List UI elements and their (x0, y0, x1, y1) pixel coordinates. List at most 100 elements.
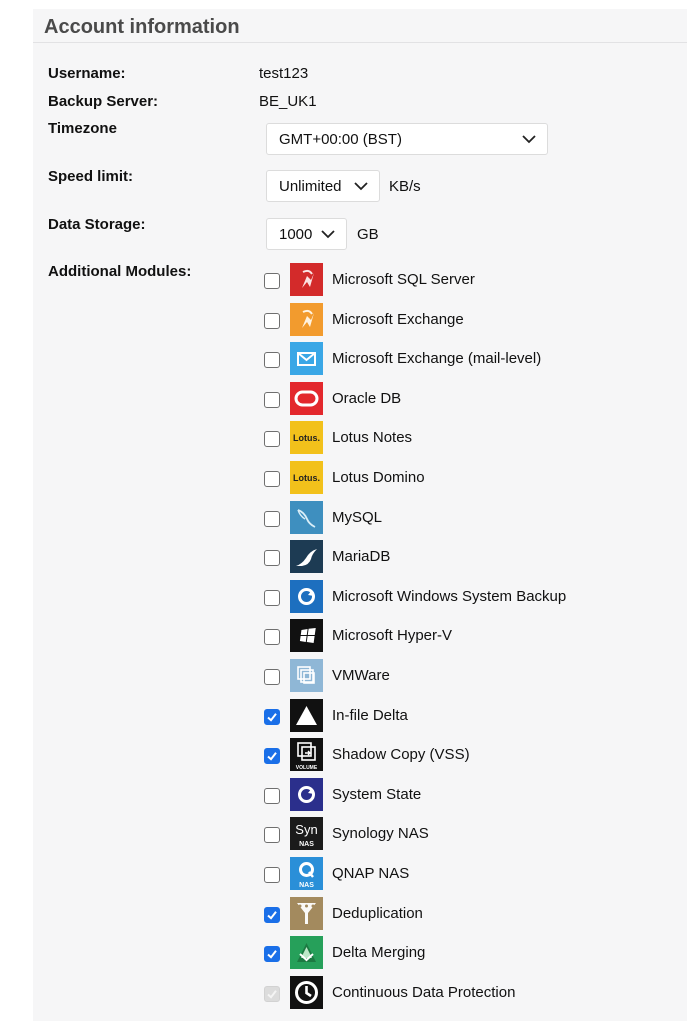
module-checkbox[interactable] (264, 590, 280, 606)
module-row[interactable]: MySQL (264, 500, 382, 534)
module-label: Synology NAS (332, 824, 429, 842)
module-checkbox[interactable] (264, 709, 280, 725)
delta-merging-icon (290, 935, 323, 969)
mysql-icon (290, 500, 323, 534)
module-checkbox[interactable] (264, 511, 280, 527)
mssql-icon (290, 262, 323, 296)
timezone-selected-value: GMT+00:00 (BST) (279, 130, 402, 148)
module-row[interactable]: Microsoft Exchange (mail-level) (264, 341, 541, 375)
exchange-icon (290, 302, 323, 336)
module-checkbox[interactable] (264, 907, 280, 923)
timezone-select[interactable]: GMT+00:00 (BST) (266, 123, 548, 155)
module-label: Microsoft Exchange (mail-level) (332, 349, 542, 367)
continuous-data-protection-icon (290, 975, 323, 1009)
module-label: In-file Delta (332, 706, 408, 724)
module-row[interactable]: Microsoft Exchange (264, 302, 464, 336)
chevron-down-icon (522, 135, 536, 144)
module-label: Oracle DB (332, 389, 402, 407)
module-checkbox[interactable] (264, 352, 280, 368)
data-storage-selected-value: 1000 (279, 225, 313, 243)
hyper-v-icon (290, 618, 323, 652)
module-label: Microsoft Exchange (332, 310, 464, 328)
module-checkbox[interactable] (264, 748, 280, 764)
module-label: Lotus Domino (332, 468, 425, 486)
module-row[interactable]: Microsoft Hyper-V (264, 618, 452, 652)
module-checkbox[interactable] (264, 273, 280, 289)
module-row[interactable]: In-file Delta (264, 698, 408, 732)
module-checkbox[interactable] (264, 313, 280, 329)
data-storage-select[interactable]: 1000 (266, 218, 347, 250)
module-label: Shadow Copy (VSS) (332, 745, 470, 763)
module-checkbox[interactable] (264, 431, 280, 447)
lotus-domino-icon: Lotus. (290, 460, 323, 494)
module-label: MySQL (332, 508, 383, 526)
chevron-down-icon (321, 230, 335, 239)
checkmark-icon (267, 713, 277, 722)
data-storage-label: Data Storage: (48, 216, 146, 233)
icon-subtext: NAS (299, 841, 314, 848)
module-row[interactable]: Continuous Data Protection (264, 975, 515, 1009)
windows-system-backup-icon (290, 579, 323, 613)
module-row[interactable]: Lotus. Lotus Notes (264, 420, 412, 454)
module-checkbox[interactable] (264, 946, 280, 962)
module-label: System State (332, 785, 422, 803)
module-label: MariaDB (332, 547, 391, 565)
mariadb-icon (290, 539, 323, 573)
username-label: Username: (48, 65, 126, 82)
qnap-icon: NAS (290, 856, 323, 890)
speed-limit-select[interactable]: Unlimited (266, 170, 380, 202)
module-checkbox[interactable] (264, 392, 280, 408)
module-checkbox (264, 986, 280, 1002)
icon-text: NAS (299, 882, 314, 889)
vmware-icon (290, 658, 323, 692)
module-label: Delta Merging (332, 943, 426, 961)
module-row[interactable]: NAS QNAP NAS (264, 856, 409, 890)
module-checkbox[interactable] (264, 471, 280, 487)
deduplication-icon (290, 896, 323, 930)
checkmark-icon (267, 911, 277, 920)
module-label: Lotus Notes (332, 428, 413, 446)
module-label: Continuous Data Protection (332, 983, 516, 1001)
additional-modules-label: Additional Modules: (48, 263, 192, 280)
in-file-delta-icon (290, 698, 323, 732)
module-checkbox[interactable] (264, 669, 280, 685)
module-label: Microsoft Windows System Backup (332, 587, 567, 605)
module-label: Microsoft Hyper-V (332, 626, 453, 644)
exchange-mail-icon (290, 341, 323, 375)
backup-server-label: Backup Server: (48, 93, 159, 110)
module-label: Deduplication (332, 904, 423, 922)
chevron-down-icon (354, 182, 368, 191)
module-row[interactable]: VMWare (264, 658, 390, 692)
checkmark-icon (267, 950, 277, 959)
module-row[interactable]: Microsoft Windows System Backup (264, 579, 566, 613)
module-row[interactable]: System State (264, 777, 421, 811)
module-checkbox[interactable] (264, 827, 280, 843)
module-row[interactable]: Delta Merging (264, 935, 425, 969)
module-checkbox[interactable] (264, 867, 280, 883)
data-storage-unit: GB (357, 226, 379, 243)
module-checkbox[interactable] (264, 629, 280, 645)
module-label: QNAP NAS (332, 864, 410, 882)
module-checkbox[interactable] (264, 788, 280, 804)
icon-text: Lotus. (293, 473, 320, 483)
module-row[interactable]: Microsoft SQL Server (264, 262, 475, 296)
module-row[interactable]: Deduplication (264, 896, 423, 930)
checkmark-icon (267, 752, 277, 761)
backup-server-value: BE_UK1 (259, 93, 317, 110)
oracle-icon (290, 381, 323, 415)
system-state-icon (290, 777, 323, 811)
checkmark-icon (267, 990, 277, 999)
module-row[interactable]: MariaDB (264, 539, 390, 573)
timezone-label: Timezone (48, 120, 117, 137)
module-row[interactable]: Syn NAS Synology NAS (264, 816, 429, 850)
module-row[interactable]: Lotus. Lotus Domino (264, 460, 425, 494)
module-row[interactable]: VOLUME Shadow Copy (VSS) (264, 737, 470, 771)
module-label: VMWare (332, 666, 390, 684)
module-checkbox[interactable] (264, 550, 280, 566)
panel-header: Account information (33, 9, 687, 43)
icon-text: Lotus. (293, 433, 320, 443)
module-label: Microsoft SQL Server (332, 270, 475, 288)
module-row[interactable]: Oracle DB (264, 381, 401, 415)
synology-icon: Syn NAS (290, 816, 323, 850)
username-value: test123 (259, 65, 309, 82)
